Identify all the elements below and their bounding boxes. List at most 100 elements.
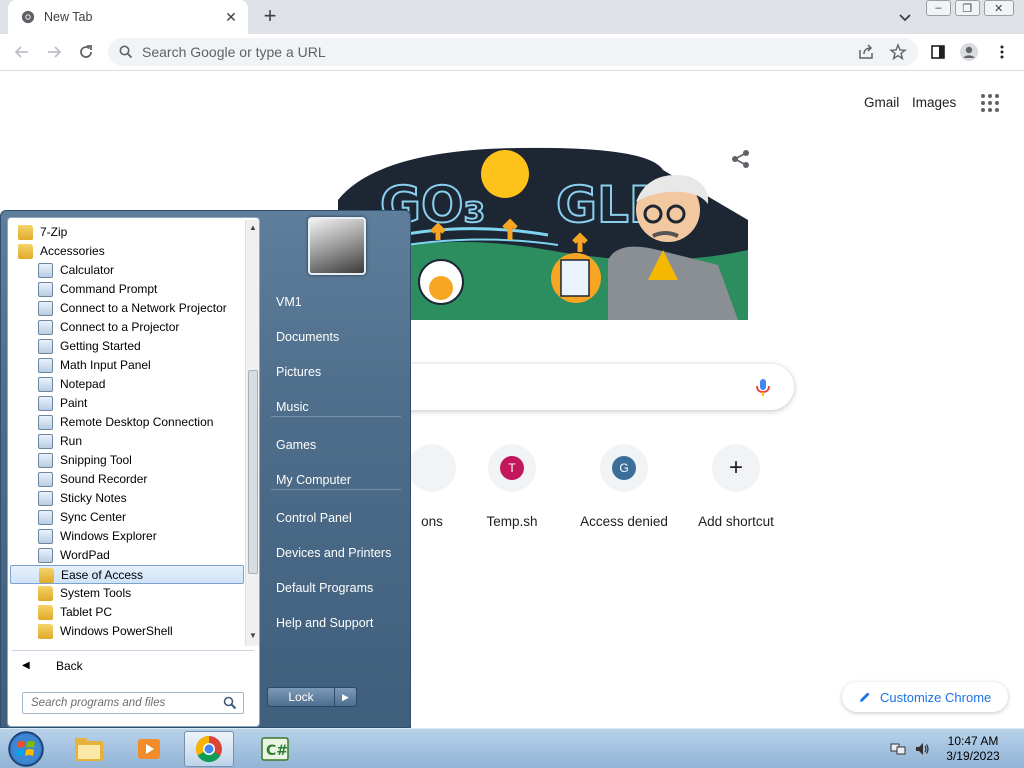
start-item-pictures[interactable]: Pictures bbox=[265, 357, 405, 387]
folder-icon bbox=[38, 605, 53, 620]
sound-recorder-icon bbox=[38, 472, 53, 487]
program-item-sync-center[interactable]: Sync Center bbox=[10, 508, 244, 527]
google-apps-icon[interactable] bbox=[981, 94, 999, 112]
divider bbox=[12, 650, 254, 651]
run-icon bbox=[38, 434, 53, 449]
program-item-getting-started[interactable]: Getting Started bbox=[10, 337, 244, 356]
bookmark-star-icon[interactable] bbox=[887, 41, 909, 63]
start-item-help-and-support[interactable]: Help and Support bbox=[265, 608, 405, 638]
program-label: Notepad bbox=[60, 377, 106, 391]
start-item-control-panel[interactable]: Control Panel bbox=[265, 503, 405, 533]
program-item-calculator[interactable]: Calculator bbox=[10, 261, 244, 280]
browser-titlebar: New Tab ✕ + ‒ ❐ ✕ bbox=[0, 0, 1024, 34]
scroll-down-arrow-icon[interactable]: ▼ bbox=[248, 630, 258, 642]
user-avatar[interactable] bbox=[308, 217, 366, 275]
folder-icon bbox=[18, 244, 33, 259]
program-item-command-prompt[interactable]: Command Prompt bbox=[10, 280, 244, 299]
start-item-default-programs[interactable]: Default Programs bbox=[265, 573, 405, 603]
notepad-icon bbox=[38, 377, 53, 392]
new-tab-button[interactable]: + bbox=[258, 4, 282, 30]
share-doodle-icon[interactable] bbox=[730, 148, 752, 170]
scrollbar-thumb[interactable] bbox=[248, 370, 258, 574]
profile-avatar-icon[interactable] bbox=[958, 41, 980, 63]
omnibox[interactable]: Search Google or type a URL bbox=[108, 38, 918, 66]
reload-icon[interactable] bbox=[75, 41, 97, 63]
shortcut-icon-bg: + bbox=[712, 444, 760, 492]
programs-scrollbar[interactable]: ▲ ▼ bbox=[245, 220, 259, 646]
taskbar-csharp-app[interactable]: C# bbox=[250, 731, 300, 767]
search-programs-input[interactable]: Search programs and files bbox=[22, 692, 244, 714]
windows-start-orb-icon[interactable] bbox=[6, 730, 46, 768]
shortcut-letter-icon: T bbox=[500, 456, 524, 480]
divider bbox=[271, 489, 401, 490]
program-item-paint[interactable]: Paint bbox=[10, 394, 244, 413]
chrome-favicon-icon bbox=[21, 10, 35, 24]
program-item-run[interactable]: Run bbox=[10, 432, 244, 451]
start-item-my-computer[interactable]: My Computer bbox=[265, 465, 405, 495]
voice-search-mic-icon[interactable] bbox=[752, 376, 774, 398]
program-label: Sync Center bbox=[60, 510, 127, 524]
shutdown-options-arrow-icon[interactable]: ▶ bbox=[335, 687, 357, 707]
program-item-system-tools[interactable]: System Tools bbox=[10, 584, 244, 603]
start-item-games[interactable]: Games bbox=[265, 430, 405, 460]
program-label: Connect to a Projector bbox=[60, 320, 180, 334]
shortcut-label: Add shortcut bbox=[698, 514, 774, 529]
close-window-button[interactable]: ✕ bbox=[983, 0, 1014, 16]
program-label: WordPad bbox=[60, 548, 110, 562]
tab-search-chevron-icon[interactable] bbox=[896, 8, 914, 26]
program-item-wordpad[interactable]: WordPad bbox=[10, 546, 244, 565]
program-item-math-input-panel[interactable]: Math Input Panel bbox=[10, 356, 244, 375]
back-triangle-icon: ◀ bbox=[22, 660, 30, 671]
clock-time: 10:47 AM bbox=[947, 734, 999, 748]
browser-tab-new-tab[interactable]: New Tab ✕ bbox=[8, 0, 248, 34]
program-item-windows-explorer[interactable]: Windows Explorer bbox=[10, 527, 244, 546]
program-item-snipping-tool[interactable]: Snipping Tool bbox=[10, 451, 244, 470]
minimize-button[interactable]: ‒ bbox=[926, 0, 951, 16]
start-item-devices-and-printers[interactable]: Devices and Printers bbox=[265, 538, 405, 568]
gmail-link[interactable]: Gmail bbox=[864, 95, 899, 110]
taskbar-chrome[interactable] bbox=[184, 731, 234, 767]
lock-button[interactable]: Lock bbox=[267, 687, 335, 707]
side-panel-icon[interactable] bbox=[927, 41, 949, 63]
images-link[interactable]: Images bbox=[912, 95, 956, 110]
back-button[interactable]: ◀ Back bbox=[10, 656, 250, 678]
maximize-button[interactable]: ❐ bbox=[954, 0, 980, 16]
chrome-icon bbox=[195, 735, 222, 763]
program-item-connect-to-a-projector[interactable]: Connect to a Projector bbox=[10, 318, 244, 337]
shortcut-tile-temp-sh[interactable]: T Temp.sh bbox=[456, 444, 568, 534]
taskbar-media-player[interactable] bbox=[124, 731, 174, 767]
program-item-sound-recorder[interactable]: Sound Recorder bbox=[10, 470, 244, 489]
program-item-windows-powershell[interactable]: Windows PowerShell bbox=[10, 622, 244, 641]
program-item-tablet-pc[interactable]: Tablet PC bbox=[10, 603, 244, 622]
back-arrow-icon[interactable] bbox=[11, 41, 33, 63]
tab-close-icon[interactable]: ✕ bbox=[222, 8, 240, 26]
program-label: Windows Explorer bbox=[60, 529, 157, 543]
volume-tray-icon[interactable] bbox=[914, 741, 930, 757]
program-item-sticky-notes[interactable]: Sticky Notes bbox=[10, 489, 244, 508]
taskbar-file-explorer[interactable] bbox=[64, 731, 114, 767]
taskbar-clock[interactable]: 10:47 AM 3/19/2023 bbox=[940, 734, 1006, 764]
program-label: Snipping Tool bbox=[60, 453, 132, 467]
shortcut-tile-access-denied[interactable]: G Access denied bbox=[568, 444, 680, 534]
media-player-icon bbox=[138, 739, 160, 759]
program-item-remote-desktop-connection[interactable]: Remote Desktop Connection bbox=[10, 413, 244, 432]
start-item-documents[interactable]: Documents bbox=[265, 322, 405, 352]
scroll-up-arrow-icon[interactable]: ▲ bbox=[248, 222, 258, 234]
search-icon[interactable] bbox=[223, 696, 237, 710]
csharp-icon: C# bbox=[261, 737, 289, 761]
customize-chrome-label: Customize Chrome bbox=[880, 689, 992, 705]
program-item-7-zip[interactable]: 7-Zip bbox=[10, 223, 244, 242]
network-tray-icon[interactable] bbox=[890, 741, 906, 757]
start-item-music[interactable]: Music bbox=[265, 392, 405, 422]
start-item-vm1[interactable]: VM1 bbox=[265, 287, 405, 317]
add-shortcut-tile[interactable]: + Add shortcut bbox=[680, 444, 792, 534]
forward-arrow-icon[interactable] bbox=[43, 41, 65, 63]
start-menu-programs-pane: 7-Zip Accessories Calculator Command Prompt… bbox=[7, 217, 260, 727]
program-item-accessories[interactable]: Accessories bbox=[10, 242, 244, 261]
share-page-icon[interactable] bbox=[855, 41, 877, 63]
program-item-connect-to-a-network-projector[interactable]: Connect to a Network Projector bbox=[10, 299, 244, 318]
program-item-notepad[interactable]: Notepad bbox=[10, 375, 244, 394]
chrome-menu-icon[interactable] bbox=[991, 41, 1013, 63]
program-item-ease-of-access[interactable]: Ease of Access bbox=[10, 565, 244, 584]
customize-chrome-button[interactable]: Customize Chrome bbox=[842, 682, 1008, 712]
